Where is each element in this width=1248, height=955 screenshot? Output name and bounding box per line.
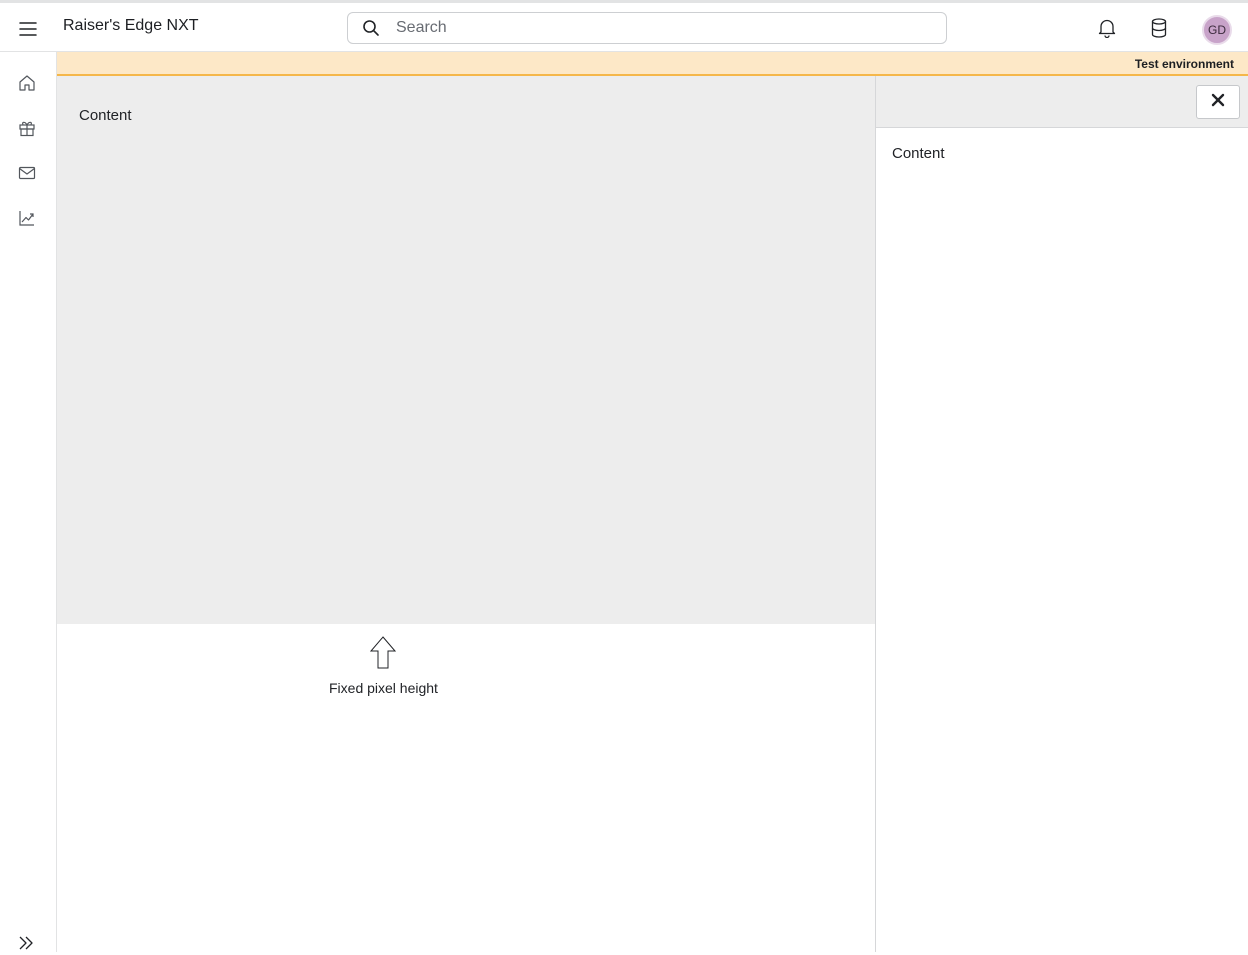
- close-button[interactable]: [1196, 85, 1240, 119]
- flyout-header: [876, 76, 1248, 128]
- gift-icon[interactable]: [17, 118, 37, 138]
- close-icon: [1211, 93, 1225, 112]
- flyout-content-label: Content: [892, 145, 945, 162]
- double-chevron-right-icon[interactable]: [18, 936, 36, 954]
- home-icon[interactable]: [17, 73, 37, 93]
- main-content-label: Content: [79, 107, 132, 124]
- environment-banner: Test environment: [57, 52, 1248, 76]
- main-content-area: Content: [57, 76, 875, 624]
- app-title[interactable]: Raiser's Edge NXT: [63, 17, 199, 35]
- top-navbar: Raiser's Edge NXT GD: [0, 0, 1248, 52]
- analytics-icon[interactable]: [17, 208, 37, 228]
- flyout-panel: Content: [875, 76, 1248, 952]
- left-nav: [0, 52, 57, 952]
- search-box[interactable]: [347, 12, 947, 44]
- bell-icon[interactable]: [1095, 16, 1119, 40]
- database-icon[interactable]: [1147, 16, 1171, 40]
- annotation-text: Fixed pixel height: [329, 680, 438, 696]
- mail-icon[interactable]: [17, 163, 37, 183]
- menu-icon[interactable]: [14, 15, 42, 43]
- environment-label: Test environment: [1134, 57, 1234, 71]
- search-input[interactable]: [396, 17, 916, 39]
- search-icon: [362, 19, 380, 37]
- arrow-up-icon: [369, 636, 397, 670]
- avatar[interactable]: GD: [1202, 15, 1232, 45]
